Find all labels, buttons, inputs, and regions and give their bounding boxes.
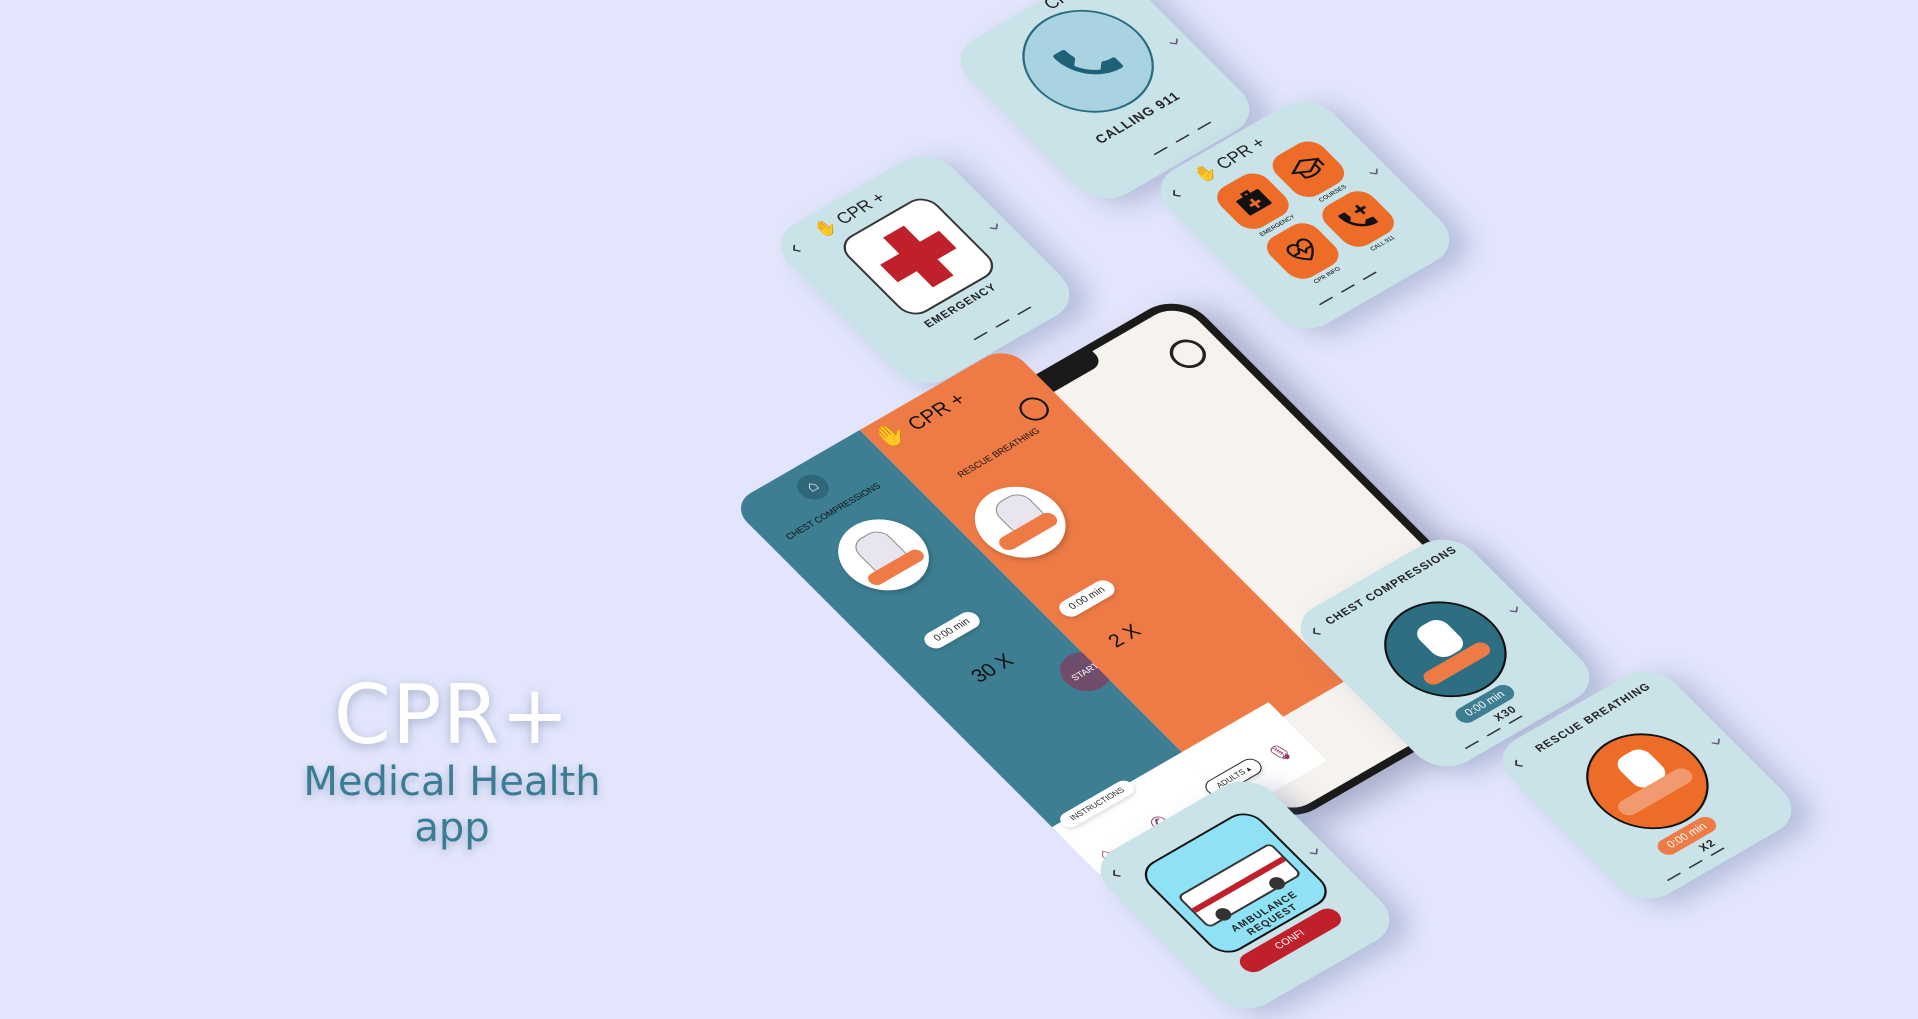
chevron-icon[interactable]: › xyxy=(1162,33,1190,51)
chevron-icon[interactable]: › xyxy=(1362,163,1390,181)
rescue-count: 2 X xyxy=(1103,620,1146,652)
rescue-title: RESCUE BREATHING xyxy=(955,426,1042,480)
chevron-icon[interactable]: › xyxy=(982,218,1010,236)
wheel xyxy=(1212,905,1235,924)
back-icon[interactable]: ‹ xyxy=(1504,752,1529,775)
rescue-timer: 0:00 min xyxy=(1054,576,1120,620)
chest-count: 30 X xyxy=(966,650,1019,687)
chest-timer: 0:00 min xyxy=(919,608,985,652)
wheel xyxy=(1265,874,1289,893)
hero-title: CPR+ xyxy=(333,668,571,763)
chevron-icon[interactable]: › xyxy=(1502,601,1530,619)
graduation-cap-icon xyxy=(1290,157,1325,179)
heart-pulse-icon xyxy=(1286,238,1314,261)
back-icon[interactable]: ‹ xyxy=(1162,182,1187,205)
back-icon[interactable]: ‹ xyxy=(1102,862,1127,885)
home-icon[interactable]: ⌂ xyxy=(790,469,836,505)
cpr-hand-icon: ✋ xyxy=(809,216,842,241)
chest-illustration xyxy=(819,505,948,605)
cpr-hand-icon: ✋ xyxy=(1189,161,1222,186)
phone-plus-icon xyxy=(1338,204,1378,227)
profile-icon[interactable] xyxy=(1162,334,1214,374)
profile-icon[interactable] xyxy=(1013,393,1055,426)
brand-label: CPR + xyxy=(1211,133,1270,173)
back-icon[interactable]: ‹ xyxy=(782,237,807,260)
medkit-icon xyxy=(1236,189,1272,216)
back-icon[interactable]: ‹ xyxy=(1302,620,1327,643)
hero-subtitle: Medical Health app xyxy=(303,759,601,851)
page-dots: — — — xyxy=(1313,263,1385,311)
chevron-icon[interactable]: › xyxy=(1302,843,1330,861)
phone-brand: CPR + xyxy=(903,389,971,435)
chevron-icon[interactable]: › xyxy=(1704,733,1732,751)
hero: CPR+ Medical Health app xyxy=(262,668,642,852)
mic-icon[interactable]: 🎙 xyxy=(1263,740,1298,767)
phone-icon xyxy=(1053,49,1123,75)
red-cross-icon xyxy=(880,225,957,288)
